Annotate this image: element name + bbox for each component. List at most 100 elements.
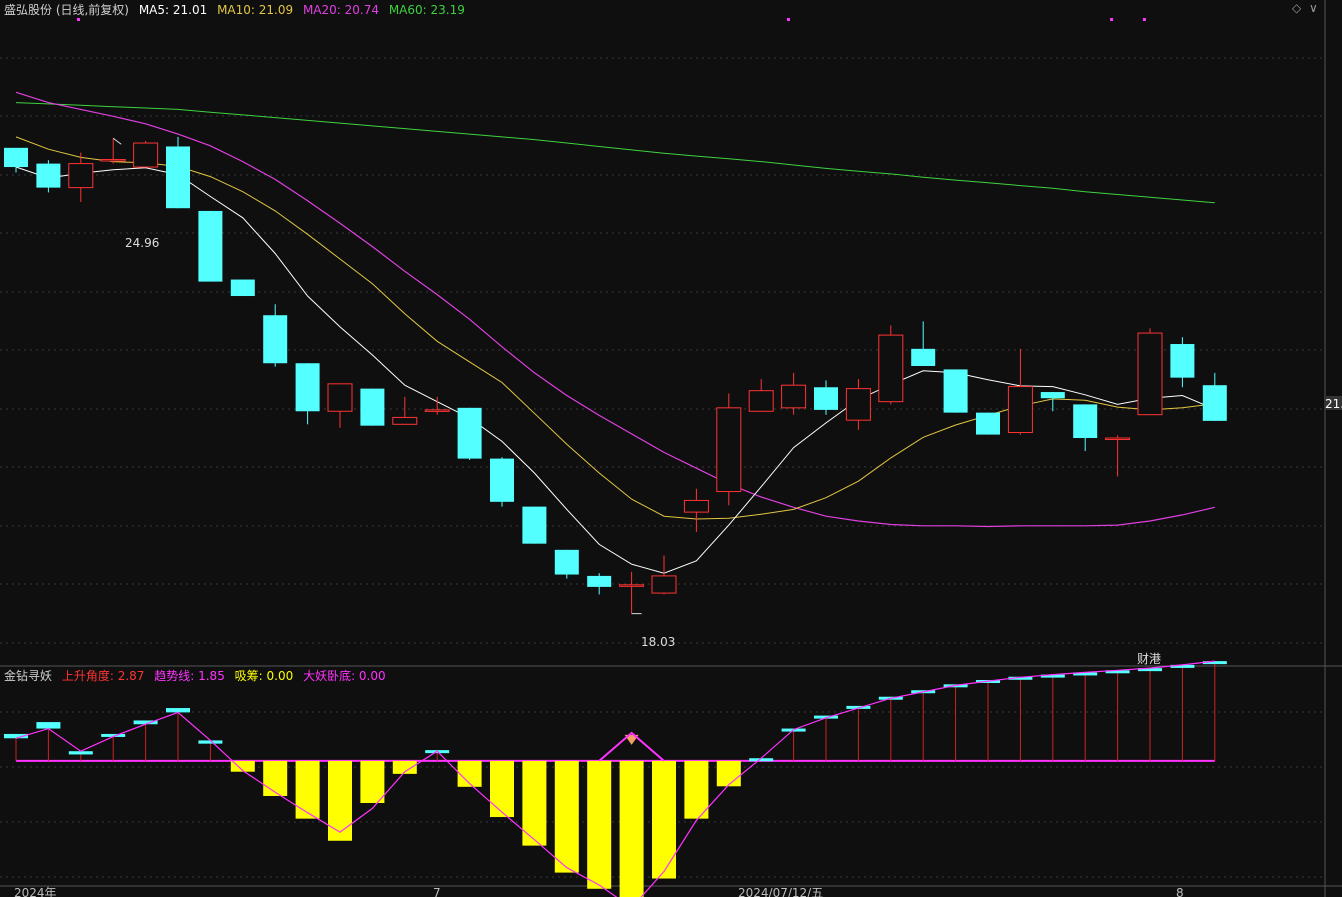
candle-body [392, 416, 418, 425]
indicator-bar [263, 760, 288, 796]
x-label-7: 7 [433, 886, 441, 897]
candle-body [716, 407, 742, 493]
candle [263, 304, 288, 367]
candle [4, 147, 28, 173]
main-chart-header: 盛弘股份 (日线,前复权) MA5: 21.01 MA10: 21.09 MA2… [4, 1, 471, 18]
trend-line [15, 660, 1215, 897]
indicator-bar [295, 760, 320, 819]
candle-body [619, 584, 645, 587]
candle-body [1007, 386, 1033, 434]
indicator-name[interactable]: 金钻寻妖 [4, 669, 52, 683]
candle [457, 407, 482, 460]
indicator-bar [716, 760, 741, 787]
candle-body [360, 388, 385, 426]
ma60-line [15, 102, 1215, 204]
candle-body [198, 210, 223, 282]
ma60-label: MA60: 23.19 [388, 3, 465, 17]
candle [716, 393, 742, 506]
event-marker [1143, 18, 1146, 21]
candle-body [457, 407, 482, 459]
candle [68, 152, 94, 203]
candle-body [845, 388, 871, 421]
absorb-label: 吸筹: 0.00 [234, 669, 294, 683]
candle-body [781, 384, 807, 409]
high-price-label: 24.96 [125, 236, 159, 250]
candle-body [295, 363, 320, 412]
candle-body [976, 412, 1000, 435]
indicator-bar [166, 708, 190, 713]
rise-angle-label: 上升角度: 2.87 [61, 669, 145, 683]
candle [587, 573, 612, 595]
candle-body [263, 315, 288, 364]
candle [911, 321, 936, 366]
candle-body [911, 348, 936, 366]
moving-average-lines [15, 91, 1215, 574]
news-tag[interactable]: 财港 [1137, 652, 1161, 666]
candle [781, 372, 807, 415]
candle-body [68, 163, 94, 189]
candle [1202, 372, 1227, 421]
candle-body [1040, 392, 1065, 399]
chevron-down-icon[interactable]: ∨ [1309, 1, 1318, 15]
candle [619, 571, 645, 614]
candle-body [1073, 404, 1098, 439]
candle-body [490, 458, 514, 502]
candle-body [36, 163, 61, 188]
candle [814, 380, 838, 415]
candle [392, 396, 418, 425]
price-edge-label: 21. [1325, 397, 1342, 411]
candle-body [683, 499, 709, 513]
candle [1007, 348, 1033, 435]
ma10-line [15, 136, 1215, 520]
candle-body [166, 146, 190, 209]
event-marker [77, 18, 80, 21]
candle [100, 138, 126, 164]
candle [230, 279, 255, 297]
indicator-bar [490, 760, 514, 818]
candle [845, 379, 871, 430]
candle-body [943, 369, 968, 413]
ma5-line [15, 166, 1215, 574]
candle-body [100, 158, 126, 162]
candle [1073, 404, 1098, 452]
candle [554, 549, 579, 579]
candlestick-series [4, 136, 1227, 614]
ma10-label: MA10: 21.09 [217, 3, 294, 17]
candle [1137, 328, 1163, 416]
candle-body [748, 390, 774, 412]
x-label-8: 8 [1176, 886, 1184, 897]
candle-body [230, 279, 255, 297]
candle-body [522, 506, 547, 544]
candle [1040, 392, 1065, 412]
indicator-bar [684, 760, 709, 819]
candle [651, 555, 677, 595]
x-label-2024: 2024年 [14, 886, 57, 897]
candle [943, 369, 968, 413]
indicator-series [4, 660, 1227, 897]
ma20-line [15, 91, 1215, 528]
candle [198, 210, 223, 282]
stock-title[interactable]: 盛弘股份 (日线,前复权) [4, 3, 129, 17]
candle [327, 383, 353, 428]
candle [522, 506, 547, 544]
candle-body [1202, 385, 1227, 421]
candle-body [587, 575, 612, 587]
indicator-bar [587, 760, 612, 889]
chart-canvas[interactable]: 24.96 18.03 财港 21. 2024年 7 2024/07/12/五 … [0, 0, 1342, 897]
candle [490, 457, 514, 507]
ma20-label: MA20: 20.74 [302, 3, 379, 17]
indicator-bar [619, 760, 644, 897]
candle-body [1170, 344, 1195, 378]
candle-body [878, 334, 904, 403]
lying-label: 大妖卧底: 0.00 [303, 669, 386, 683]
candle-body [4, 147, 28, 168]
diamond-icon[interactable]: ◇ [1292, 1, 1301, 15]
event-marker [787, 18, 790, 21]
candle-body [133, 142, 159, 168]
candle [36, 160, 61, 193]
candle-body [554, 549, 579, 575]
indicator-header: 金钻寻妖 上升角度: 2.87 趋势线: 1.85 吸筹: 0.00 大妖卧底:… [4, 667, 392, 684]
candle [748, 379, 774, 412]
candle [1170, 337, 1195, 388]
candle-body [424, 409, 450, 412]
